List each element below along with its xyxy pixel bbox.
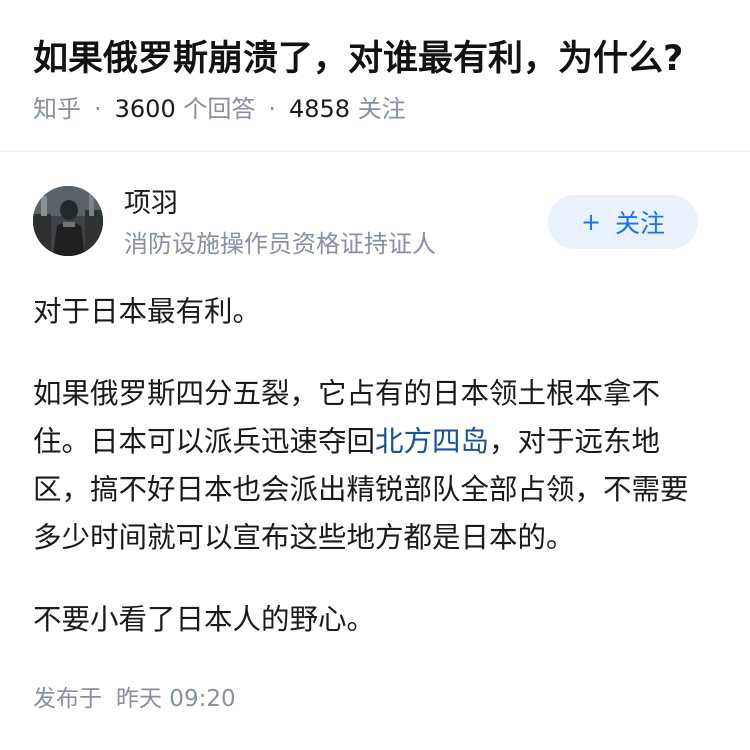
question-header: 如果俄罗斯崩溃了，对谁最有利，为什么? 知乎 · 3600 个回答 · 4858 关注: [0, 0, 750, 152]
source-label[interactable]: 知乎: [33, 95, 81, 123]
author-avatar[interactable]: [33, 186, 103, 256]
plus-icon: +: [580, 208, 602, 236]
answer-page: 如果俄罗斯崩溃了，对谁最有利，为什么? 知乎 · 3600 个回答 · 4858 关注 …: [0, 0, 750, 750]
answer-paragraph: 不要小看了日本人的野心。: [33, 603, 376, 636]
answer-content: 对于日本最有利。 如果俄罗斯四分五裂，它占有的日本领土根本拿不住。日本可以派兵迅…: [33, 288, 713, 644]
answer-count-unit: 个回答: [183, 95, 256, 123]
question-meta: 知乎 · 3600 个回答 · 4858 关注: [33, 92, 406, 126]
publish-info: 发布于 昨天 09:20: [33, 682, 236, 716]
follow-button[interactable]: + 关注: [548, 195, 698, 249]
answer-count: 3600: [114, 95, 176, 123]
author-bio: 消防设施操作员资格证持证人: [124, 230, 436, 258]
follow-button-label: 关注: [615, 209, 666, 238]
meta-separator: ·: [268, 95, 276, 123]
answer-paragraph: 如果俄罗斯四分五裂，它占有的日本领土根本拿不住。日本可以派兵迅速夺回北方四岛，对…: [33, 370, 713, 562]
meta-separator: ·: [94, 95, 102, 123]
publish-time: 昨天 09:20: [116, 686, 236, 712]
follow-count: 4858: [289, 95, 351, 123]
avatar-photo-icon: [33, 186, 103, 256]
follow-count-unit: 关注: [357, 95, 406, 123]
link-northern-territories[interactable]: 北方四岛: [375, 425, 489, 458]
publish-label: 发布于: [33, 686, 102, 712]
header-divider: [0, 151, 750, 152]
question-title[interactable]: 如果俄罗斯崩溃了，对谁最有利，为什么?: [33, 34, 683, 84]
author-name[interactable]: 项羽: [124, 186, 178, 222]
answer-paragraph: 对于日本最有利。: [33, 295, 262, 328]
